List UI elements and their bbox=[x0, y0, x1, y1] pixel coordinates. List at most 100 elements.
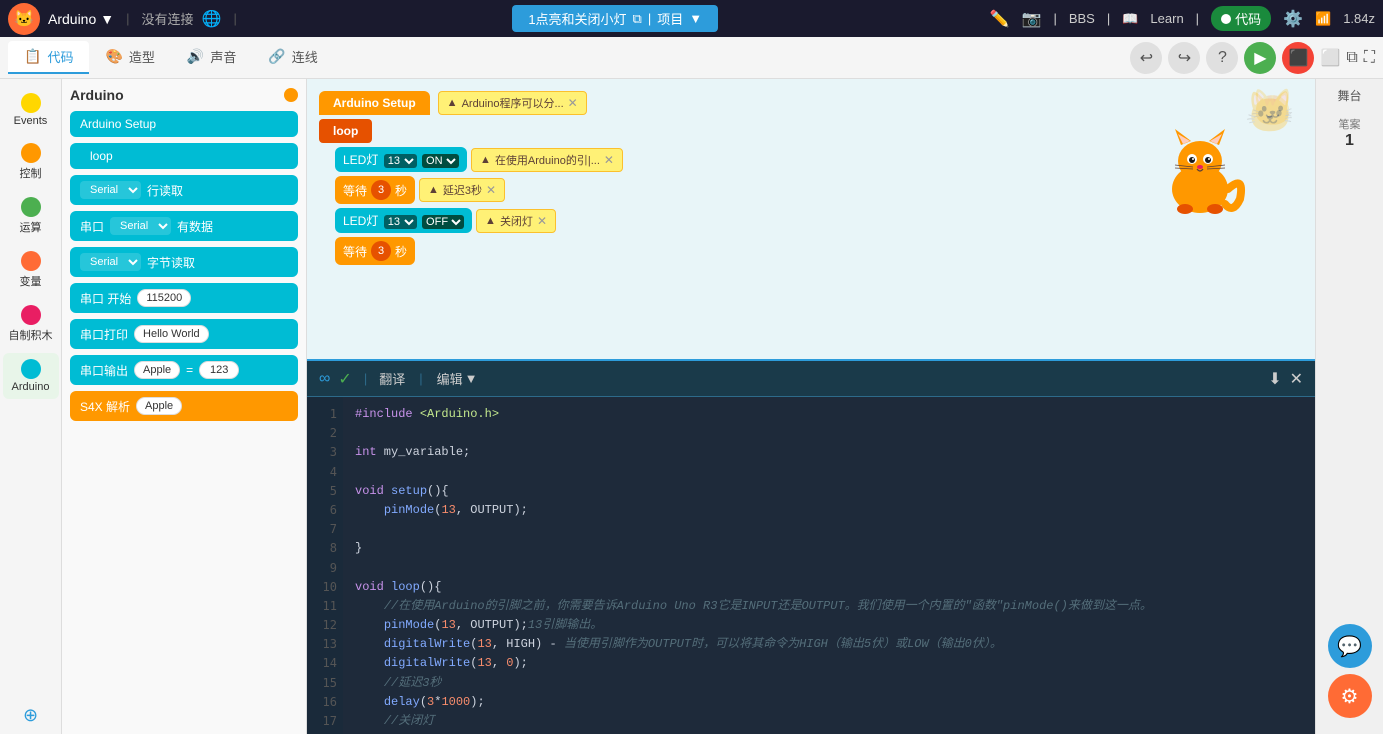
project-button[interactable]: 1点亮和关闭小灯 ⧉ | 项目 ▼ bbox=[512, 5, 718, 32]
setup-block[interactable]: Arduino Setup bbox=[319, 91, 430, 115]
state-select-1[interactable]: ON bbox=[422, 154, 459, 168]
help-button[interactable]: ? bbox=[1206, 42, 1238, 74]
undo-button[interactable]: ↩ bbox=[1130, 42, 1162, 74]
block-serial-data[interactable]: 串口 Serial 有数据 bbox=[70, 211, 298, 241]
toolbar-right: ↩ ↪ ? ▶ ⬛ ⬜ ⧉ ⛶ bbox=[1130, 42, 1375, 74]
block-serial-print[interactable]: 串口打印 Hello World bbox=[70, 319, 298, 349]
arduino-icon: ∞ bbox=[319, 370, 330, 388]
scratch-cat-svg bbox=[1145, 119, 1255, 229]
tab-connect[interactable]: 🔗 连线 bbox=[252, 41, 333, 74]
sidebar-item-arduino[interactable]: Arduino bbox=[3, 353, 59, 399]
tab-code[interactable]: 📋 代码 bbox=[8, 41, 89, 74]
block-serial-byte[interactable]: Serial 字节读取 bbox=[70, 247, 298, 277]
block-loop[interactable]: loop bbox=[70, 143, 298, 169]
brand-label: Arduino bbox=[48, 11, 96, 27]
stage-chat-btn[interactable]: 💬 bbox=[1328, 624, 1372, 668]
stage-label: 舞台 bbox=[1337, 87, 1361, 104]
download-code-btn[interactable]: ⬇ bbox=[1268, 369, 1281, 389]
stop-button[interactable]: ⬛ bbox=[1282, 42, 1314, 74]
edit-arrow: ▼ bbox=[465, 371, 478, 386]
redo-button[interactable]: ↪ bbox=[1168, 42, 1200, 74]
wait1-comment[interactable]: ▲ 延迟3秒 ✕ bbox=[419, 178, 505, 202]
fullscreen-btn[interactable]: ⛶ bbox=[1364, 49, 1375, 67]
settings-icon-btn[interactable]: ⚙️ bbox=[1283, 9, 1303, 29]
tab-costume[interactable]: 🎨 造型 bbox=[89, 41, 170, 74]
block-setup[interactable]: Arduino Setup bbox=[70, 111, 298, 137]
window-expand-btn[interactable]: ⬜ bbox=[1320, 48, 1340, 68]
check-icon: ✓ bbox=[338, 369, 351, 389]
arduino-dot bbox=[21, 359, 41, 379]
edit-dropdown[interactable]: 编辑 ▼ bbox=[437, 369, 478, 388]
block-loop-label: loop bbox=[90, 149, 113, 163]
translate-btn[interactable]: 翻译 bbox=[379, 369, 405, 388]
setup-row: Arduino Setup ▲ Arduino程序可以分... ✕ bbox=[319, 91, 1303, 115]
sidebar-item-events[interactable]: Events bbox=[3, 87, 59, 133]
block-setup-label: Arduino Setup bbox=[80, 117, 156, 131]
code-mode-button[interactable]: 代码 bbox=[1211, 6, 1271, 31]
sidebar: Events 控制 运算 变量 自制积木 Arduino ⊕ bbox=[0, 79, 62, 734]
app-logo: 🐱 bbox=[8, 3, 40, 35]
tab-connect-label: 连线 bbox=[292, 47, 318, 66]
state-select-2[interactable]: OFF bbox=[422, 215, 464, 229]
tab-sound[interactable]: 🔊 声音 bbox=[171, 41, 252, 74]
s4x-input[interactable]: Apple bbox=[136, 397, 182, 415]
sidebar-item-control[interactable]: 控制 bbox=[3, 137, 59, 187]
code-content[interactable]: #include <Arduino.h> int my_variable; vo… bbox=[343, 397, 1315, 734]
nav-separator5: | bbox=[1196, 11, 1199, 26]
sidebar-expand-btn[interactable]: ⊕ bbox=[23, 705, 38, 726]
block-s4x[interactable]: S4X 解析 Apple bbox=[70, 391, 298, 421]
led-on-comment[interactable]: ▲ 在使用Arduino的引|... ✕ bbox=[471, 148, 623, 172]
edit-label: 编辑 bbox=[437, 369, 463, 388]
pin-select-1[interactable]: 13 bbox=[384, 154, 417, 168]
serial-port-label: 串口 bbox=[80, 218, 104, 235]
led-off-block[interactable]: LED灯 13 OFF bbox=[335, 208, 472, 233]
baud-input[interactable]: 115200 bbox=[137, 289, 191, 307]
serial-select-3[interactable]: Serial bbox=[80, 253, 141, 271]
serial-select-2[interactable]: Serial bbox=[110, 217, 171, 235]
out-val-input[interactable]: 123 bbox=[199, 361, 239, 379]
code-panel-header: ∞ ✓ | 翻译 | 编辑 ▼ ⬇ ✕ bbox=[307, 361, 1315, 397]
led-on-comment-close[interactable]: ✕ bbox=[604, 153, 614, 167]
stage-settings-btn[interactable]: ⚙ bbox=[1328, 674, 1372, 718]
block-serial-row[interactable]: Serial 行读取 bbox=[70, 175, 298, 205]
blocks-panel-title: Arduino bbox=[70, 87, 298, 103]
project-arrow: ▼ bbox=[689, 11, 702, 26]
nav-separator2: | bbox=[233, 11, 236, 26]
window-split-btn[interactable]: ⧉ bbox=[1346, 49, 1357, 67]
serial-select-1[interactable]: Serial bbox=[80, 181, 141, 199]
wait-unit-2: 秒 bbox=[395, 243, 407, 260]
edit-icon-btn[interactable]: ✏️ bbox=[990, 9, 1010, 29]
sidebar-item-variables[interactable]: 变量 bbox=[3, 245, 59, 295]
led-off-comment-close[interactable]: ✕ bbox=[537, 214, 547, 228]
wait-block-1[interactable]: 等待 3 秒 bbox=[335, 176, 415, 204]
setup-comment[interactable]: ▲ Arduino程序可以分... ✕ bbox=[438, 91, 587, 115]
pin-select-2[interactable]: 13 bbox=[384, 215, 417, 229]
learn-link[interactable]: Learn bbox=[1150, 11, 1183, 26]
close-code-panel-btn[interactable]: ✕ bbox=[1290, 369, 1303, 389]
sound-tab-icon: 🔊 bbox=[187, 48, 204, 65]
sidebar-item-custom[interactable]: 自制积木 bbox=[3, 299, 59, 349]
block-serial-output[interactable]: 串口输出 Apple = 123 bbox=[70, 355, 298, 385]
block-serial-start[interactable]: 串口 开始 115200 bbox=[70, 283, 298, 313]
loop-block[interactable]: loop bbox=[319, 119, 372, 143]
run-button[interactable]: ▶ bbox=[1244, 42, 1276, 74]
brand-name[interactable]: Arduino ▼ bbox=[48, 11, 114, 27]
sidebar-item-operators[interactable]: 运算 bbox=[3, 191, 59, 241]
sidebar-bottom: ⊕ bbox=[23, 705, 38, 734]
bbs-link[interactable]: BBS bbox=[1069, 11, 1095, 26]
print-input[interactable]: Hello World bbox=[134, 325, 209, 343]
led-off-comment[interactable]: ▲ 关闭灯 ✕ bbox=[476, 209, 556, 233]
comment-expand-icon3: ▲ bbox=[428, 184, 439, 196]
out-var-input[interactable]: Apple bbox=[134, 361, 180, 379]
wait-block-2[interactable]: 等待 3 秒 bbox=[335, 237, 415, 265]
wait-num-1: 3 bbox=[371, 180, 391, 200]
wait1-comment-close[interactable]: ✕ bbox=[486, 183, 496, 197]
wait-num-2: 3 bbox=[371, 241, 391, 261]
setup-comment-close[interactable]: ✕ bbox=[568, 96, 578, 110]
signal-icon: 📶 bbox=[1315, 11, 1331, 27]
globe-icon[interactable]: 🌐 bbox=[202, 9, 222, 29]
led-on-block[interactable]: LED灯 13 ON bbox=[335, 147, 467, 172]
camera-icon-btn[interactable]: 📷 bbox=[1022, 9, 1042, 29]
stage-bottom-btns: 💬 ⚙ bbox=[1328, 624, 1372, 726]
control-label: 控制 bbox=[20, 165, 42, 181]
